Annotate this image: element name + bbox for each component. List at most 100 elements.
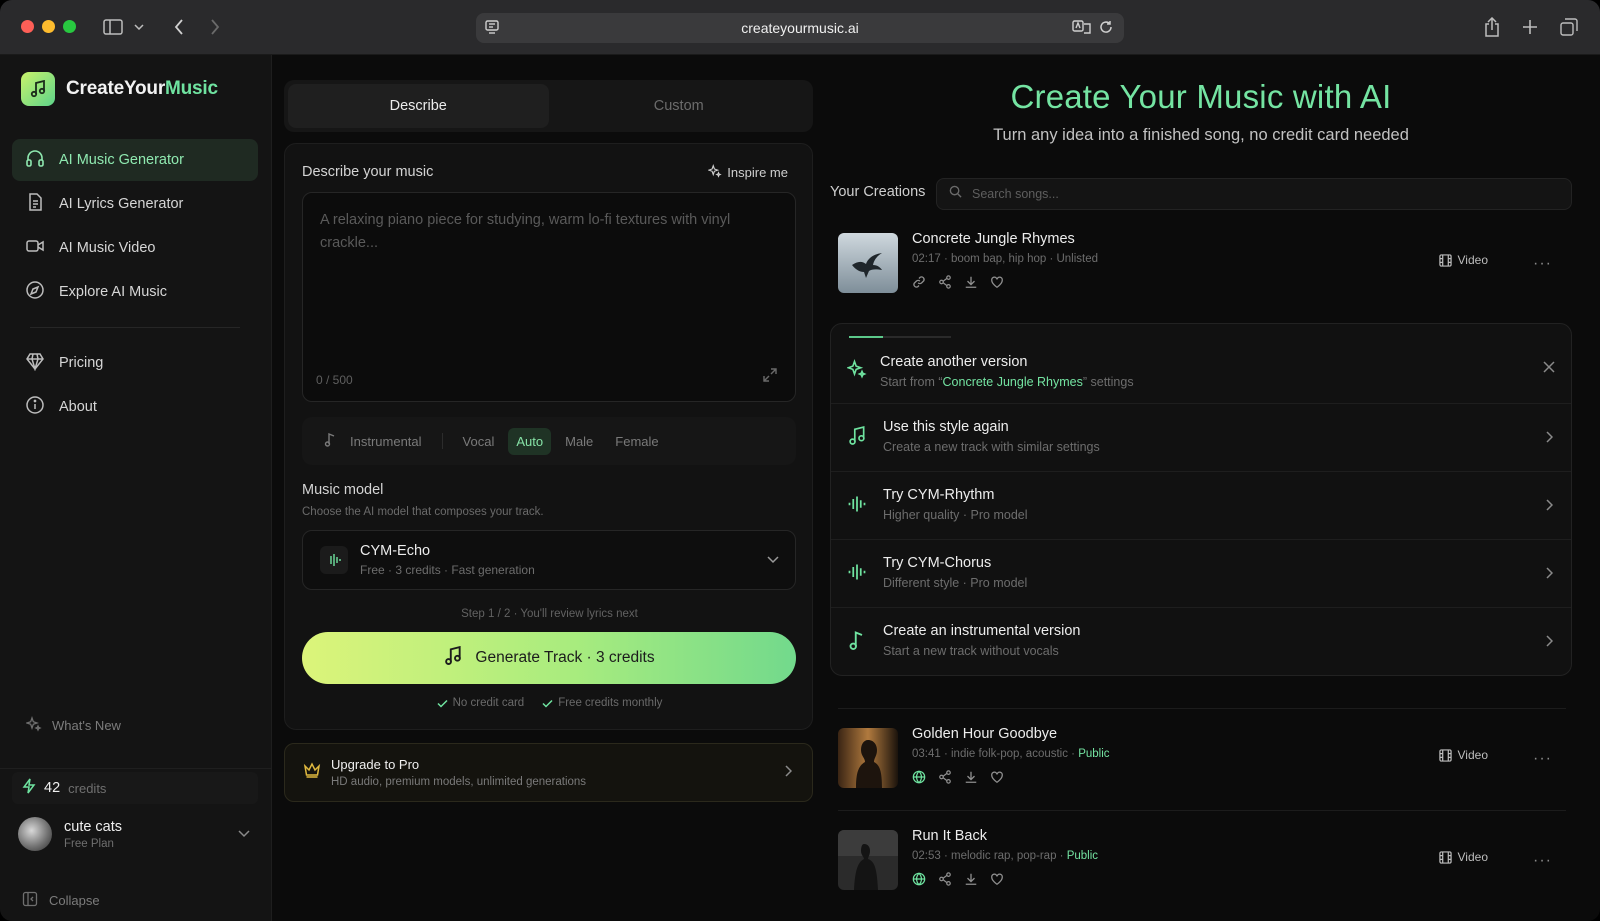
song-row[interactable]: Concrete Jungle Rhymes 02:17 · boom bap,… bbox=[838, 225, 1566, 305]
model-name: CYM-Echo bbox=[360, 543, 431, 559]
waveform-icon bbox=[847, 562, 867, 587]
sidebar-item-ai-lyrics-generator[interactable]: AI Lyrics Generator bbox=[12, 183, 258, 225]
option-instrumental-version[interactable]: Create an instrumental version Start a n… bbox=[831, 607, 1571, 675]
film-icon bbox=[1438, 253, 1452, 267]
upgrade-title: Upgrade to Pro bbox=[331, 757, 420, 772]
translate-icon[interactable] bbox=[1072, 19, 1092, 40]
download-icon[interactable] bbox=[964, 770, 978, 789]
song-row[interactable]: Run It Back 02:53 · melodic rap, pop-rap… bbox=[838, 822, 1566, 902]
link-icon[interactable] bbox=[912, 275, 926, 294]
new-tab-icon[interactable] bbox=[1519, 16, 1541, 38]
more-options-icon[interactable]: ··· bbox=[1533, 255, 1552, 273]
chevron-right-icon bbox=[785, 764, 793, 782]
forward-arrow-icon[interactable] bbox=[204, 16, 226, 38]
song-divider bbox=[838, 810, 1566, 811]
sidebar-item-pricing[interactable]: Pricing bbox=[12, 342, 258, 384]
share-icon[interactable] bbox=[938, 872, 952, 891]
more-options-icon[interactable]: ··· bbox=[1533, 852, 1552, 870]
sidebar-toggle-icon[interactable] bbox=[102, 16, 124, 38]
option-subtitle: Different style · Pro model bbox=[883, 576, 1028, 590]
song-cover-image bbox=[838, 233, 898, 293]
option-use-style-again[interactable]: Use this style again Create a new track … bbox=[831, 403, 1571, 471]
music-notes-icon bbox=[847, 426, 867, 451]
option-title: Use this style again bbox=[883, 419, 1009, 435]
maximize-window-button[interactable] bbox=[63, 20, 76, 33]
mode-tabs: Describe Custom bbox=[284, 80, 813, 132]
back-arrow-icon[interactable] bbox=[168, 16, 190, 38]
music-note-icon bbox=[847, 630, 867, 655]
model-select[interactable]: CYM-Echo Free · 3 credits · Fast generat… bbox=[302, 530, 796, 590]
music-notes-icon bbox=[443, 645, 463, 671]
expand-icon[interactable] bbox=[763, 368, 777, 387]
user-menu[interactable]: cute cats Free Plan bbox=[18, 814, 250, 854]
model-title: Music model bbox=[302, 482, 384, 498]
download-icon[interactable] bbox=[964, 872, 978, 891]
page-settings-icon[interactable] bbox=[484, 19, 500, 40]
description-placeholder: A relaxing piano piece for studying, war… bbox=[320, 212, 731, 251]
song-title: Concrete Jungle Rhymes bbox=[912, 231, 1075, 247]
option-try-cym-rhythm[interactable]: Try CYM-Rhythm Higher quality · Pro mode… bbox=[831, 471, 1571, 539]
upgrade-to-pro-banner[interactable]: Upgrade to Pro HD audio, premium models,… bbox=[284, 743, 813, 802]
option-try-cym-chorus[interactable]: Try CYM-Chorus Different style · Pro mod… bbox=[831, 539, 1571, 607]
video-button[interactable]: Video bbox=[1438, 748, 1488, 762]
sidebar-item-label: About bbox=[59, 399, 97, 415]
tab-overview-icon[interactable] bbox=[1558, 16, 1580, 38]
close-icon[interactable] bbox=[1543, 360, 1555, 378]
video-button[interactable]: Video bbox=[1438, 253, 1488, 267]
heart-icon[interactable] bbox=[990, 275, 1004, 294]
diamond-icon bbox=[25, 351, 45, 375]
search-input[interactable] bbox=[972, 187, 1532, 201]
close-window-button[interactable] bbox=[21, 20, 34, 33]
sidebar-item-explore-ai-music[interactable]: Explore AI Music bbox=[12, 271, 258, 313]
vocal-option[interactable]: Vocal bbox=[455, 428, 503, 455]
globe-icon[interactable] bbox=[912, 872, 926, 891]
user-plan: Free Plan bbox=[64, 837, 114, 850]
option-title: Try CYM-Rhythm bbox=[883, 487, 995, 503]
check-icon bbox=[542, 699, 553, 708]
download-icon[interactable] bbox=[964, 275, 978, 294]
option-title: Try CYM-Chorus bbox=[883, 555, 992, 571]
share-icon[interactable] bbox=[1481, 16, 1503, 38]
video-button[interactable]: Video bbox=[1438, 850, 1488, 864]
create-version-subtitle: Start from “Concrete Jungle Rhymes” sett… bbox=[880, 375, 1134, 389]
globe-icon[interactable] bbox=[912, 770, 926, 789]
whats-new-link[interactable]: What's New bbox=[25, 716, 121, 735]
heart-icon[interactable] bbox=[990, 872, 1004, 891]
sidebar-item-about[interactable]: About bbox=[12, 386, 258, 428]
female-option[interactable]: Female bbox=[607, 428, 666, 455]
auto-option[interactable]: Auto bbox=[508, 427, 552, 455]
more-options-icon[interactable]: ··· bbox=[1533, 750, 1552, 768]
song-row[interactable]: Golden Hour Goodbye 03:41 · indie folk-p… bbox=[838, 720, 1566, 800]
minimize-window-button[interactable] bbox=[42, 20, 55, 33]
generate-track-label: Generate Track · 3 credits bbox=[475, 649, 655, 666]
describe-title: Describe your music bbox=[302, 164, 434, 180]
music-note-logo-icon bbox=[21, 72, 55, 106]
song-meta: 02:17 · boom bap, hip hop · Unlisted bbox=[912, 253, 1099, 265]
credits-count: 42 bbox=[44, 780, 61, 796]
generate-track-button[interactable]: Generate Track · 3 credits bbox=[302, 632, 796, 684]
share-icon[interactable] bbox=[938, 770, 952, 789]
music-description-input[interactable]: A relaxing piano piece for studying, war… bbox=[302, 192, 796, 402]
chevron-down-icon[interactable] bbox=[131, 16, 147, 38]
sparkles-icon bbox=[845, 359, 867, 384]
sidebar-item-label: Explore AI Music bbox=[59, 284, 167, 300]
inspire-me-button[interactable]: Inspire me bbox=[707, 164, 788, 181]
sidebar-item-ai-music-video[interactable]: AI Music Video bbox=[12, 227, 258, 269]
chevron-right-icon bbox=[1546, 498, 1554, 516]
male-option[interactable]: Male bbox=[557, 428, 601, 455]
tab-custom[interactable]: Custom bbox=[549, 84, 810, 128]
instrumental-option[interactable]: Instrumental bbox=[342, 428, 430, 455]
collapse-sidebar-button[interactable]: Collapse bbox=[22, 891, 100, 910]
sidebar-item-label: AI Music Generator bbox=[59, 152, 184, 168]
address-bar[interactable]: createyourmusic.ai bbox=[476, 13, 1124, 43]
upgrade-subtitle: HD audio, premium models, unlimited gene… bbox=[331, 776, 587, 788]
share-icon[interactable] bbox=[938, 275, 952, 294]
heart-icon[interactable] bbox=[990, 770, 1004, 789]
sidebar-item-ai-music-generator[interactable]: AI Music Generator bbox=[12, 139, 258, 181]
tab-describe[interactable]: Describe bbox=[288, 84, 549, 128]
sidebar-nav: AI Music Generator AI Lyrics Generator A… bbox=[12, 139, 258, 430]
credits-balance[interactable]: 42 credits bbox=[12, 772, 258, 804]
reload-icon[interactable] bbox=[1098, 19, 1114, 40]
brand-logo[interactable]: CreateYourMusic bbox=[21, 72, 218, 106]
collapse-label: Collapse bbox=[49, 893, 100, 908]
